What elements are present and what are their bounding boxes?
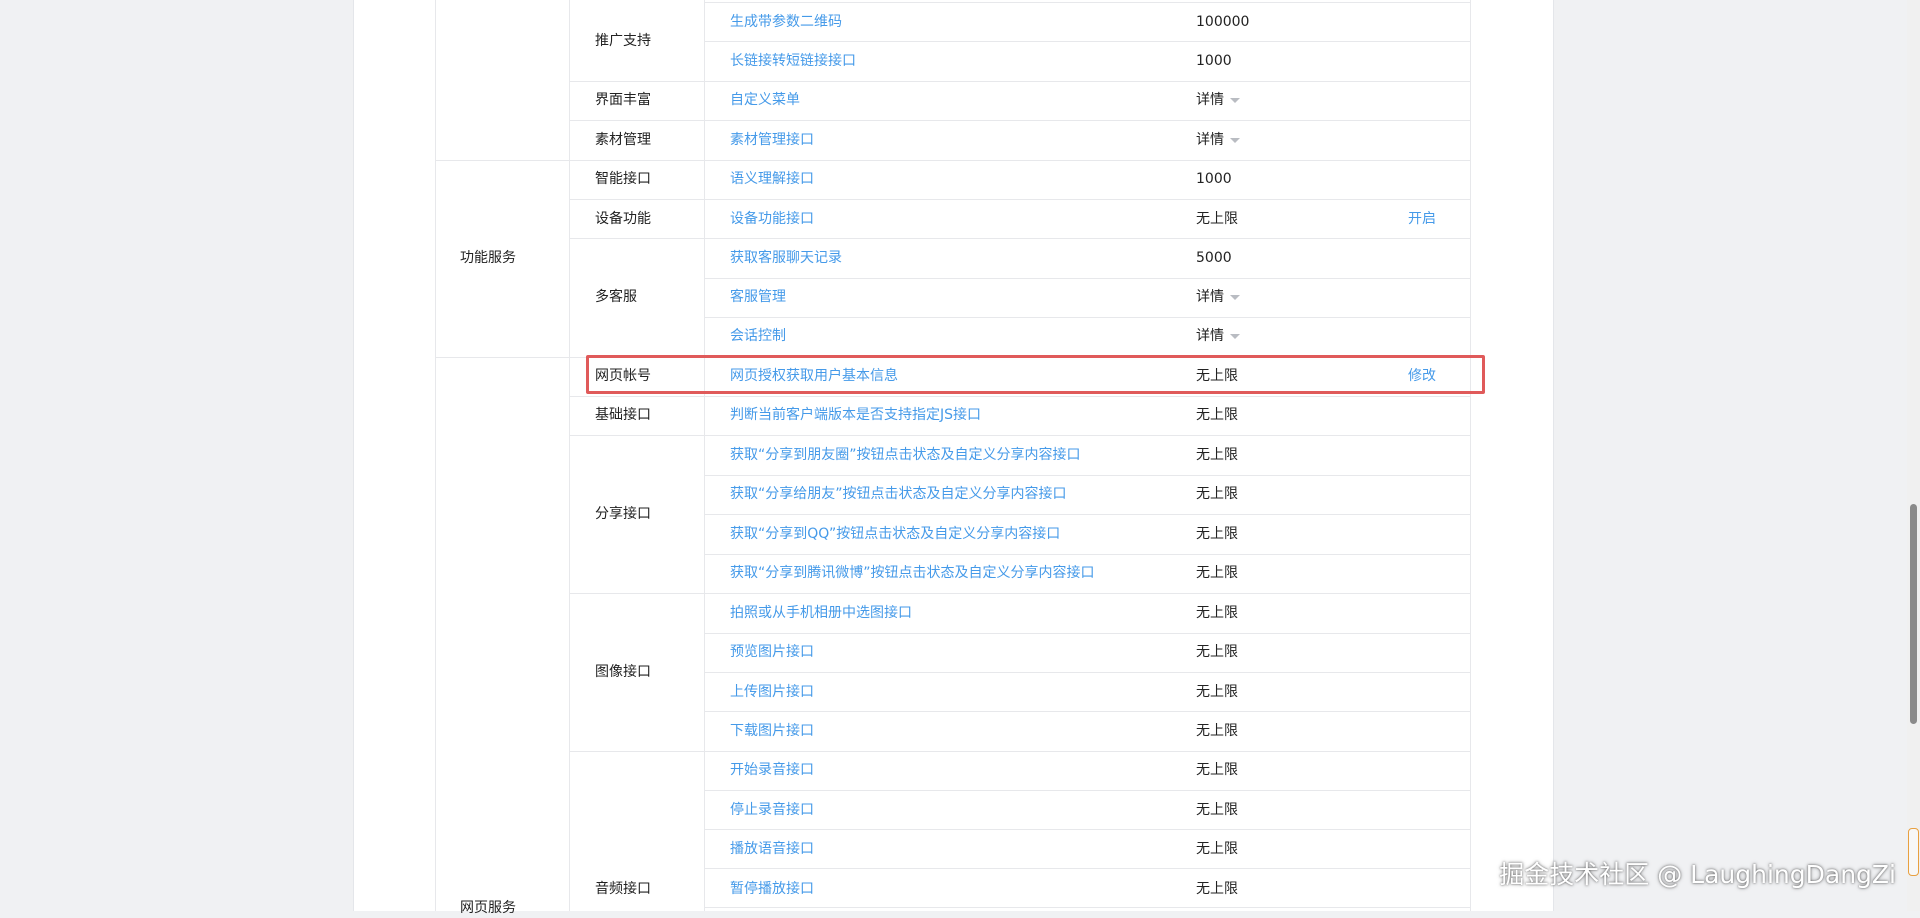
- api-link[interactable]: 获取“分享到QQ”按钮点击状态及自定义分享内容接口: [730, 524, 1060, 544]
- api-link[interactable]: 下载图片接口: [730, 721, 814, 741]
- enable-link[interactable]: 开启: [1408, 209, 1436, 229]
- quota-value: 1000: [1196, 53, 1232, 69]
- quota-value: 100000: [1196, 14, 1250, 30]
- details-dropdown[interactable]: 详情: [1196, 130, 1240, 150]
- api-link[interactable]: 预览图片接口: [730, 642, 814, 662]
- caret-down-icon: [1230, 333, 1240, 339]
- details-label: 详情: [1196, 92, 1224, 108]
- group-label: 推广支持: [595, 33, 651, 49]
- api-link[interactable]: 获取“分享到朋友圈”按钮点击状态及自定义分享内容接口: [730, 445, 1081, 465]
- api-link[interactable]: 设备功能接口: [730, 209, 814, 229]
- watermark: 掘金技术社区 @ LaughingDangZi: [1499, 860, 1896, 889]
- scrollbar-thumb[interactable]: [1910, 504, 1917, 724]
- quota-value: 无上限: [1196, 881, 1238, 897]
- api-link[interactable]: 生成带参数二维码: [730, 12, 842, 32]
- quota-value: 无上限: [1196, 526, 1238, 542]
- group-label: 多客服: [595, 289, 637, 305]
- api-link[interactable]: 暂停播放接口: [730, 879, 814, 899]
- details-label: 详情: [1196, 328, 1224, 344]
- group-label: 智能接口: [595, 171, 651, 187]
- details-dropdown[interactable]: 详情: [1196, 326, 1240, 346]
- details-label: 详情: [1196, 289, 1224, 305]
- api-link[interactable]: 判断当前客户端版本是否支持指定JS接口: [730, 405, 981, 425]
- quota-value: 无上限: [1196, 723, 1238, 739]
- api-link[interactable]: 自定义菜单: [730, 90, 800, 110]
- api-link[interactable]: 网页授权获取用户基本信息: [730, 366, 898, 386]
- api-link[interactable]: 获取“分享到腾讯微博”按钮点击状态及自定义分享内容接口: [730, 563, 1095, 583]
- group-label: 设备功能: [595, 211, 651, 227]
- quota-value: 无上限: [1196, 486, 1238, 502]
- api-link[interactable]: 播放语音接口: [730, 839, 814, 859]
- api-link[interactable]: 拍照或从手机相册中选图接口: [730, 603, 912, 623]
- api-link[interactable]: 客服管理: [730, 287, 786, 307]
- scroll-handle[interactable]: [1908, 828, 1919, 876]
- quota-value: 无上限: [1196, 644, 1238, 660]
- api-link[interactable]: 会话控制: [730, 326, 786, 346]
- api-permissions-table: 功能服务 网页服务 推广支持 界面丰富 素材管理 智能接口 设备功能 多客服 网…: [435, 0, 1471, 916]
- group-label: 音频接口: [595, 881, 651, 897]
- category-label: 网页服务: [460, 900, 516, 916]
- details-dropdown[interactable]: 详情: [1196, 287, 1240, 307]
- group-label: 界面丰富: [595, 92, 651, 108]
- quota-value: 无上限: [1196, 211, 1238, 227]
- quota-value: 无上限: [1196, 762, 1238, 778]
- api-link[interactable]: 素材管理接口: [730, 130, 814, 150]
- api-link[interactable]: 上传图片接口: [730, 682, 814, 702]
- group-label: 图像接口: [595, 664, 651, 680]
- page-scrollbar[interactable]: [1907, 0, 1920, 911]
- group-label: 分享接口: [595, 506, 651, 522]
- group-label: 素材管理: [595, 132, 651, 148]
- quota-value: 无上限: [1196, 841, 1238, 857]
- api-link[interactable]: 开始录音接口: [730, 760, 814, 780]
- caret-down-icon: [1230, 294, 1240, 300]
- group-label: 基础接口: [595, 407, 651, 423]
- quota-value: 无上限: [1196, 684, 1238, 700]
- quota-value: 无上限: [1196, 447, 1238, 463]
- category-label: 功能服务: [460, 250, 516, 266]
- api-link[interactable]: 停止录音接口: [730, 800, 814, 820]
- caret-down-icon: [1230, 97, 1240, 103]
- quota-value: 无上限: [1196, 802, 1238, 818]
- api-link[interactable]: 获取“分享给朋友”按钮点击状态及自定义分享内容接口: [730, 484, 1067, 504]
- group-label: 网页帐号: [595, 368, 651, 384]
- quota-value: 无上限: [1196, 565, 1238, 581]
- modify-link[interactable]: 修改: [1408, 366, 1436, 386]
- details-dropdown[interactable]: 详情: [1196, 90, 1240, 110]
- quota-value: 无上限: [1196, 407, 1238, 423]
- api-link[interactable]: 长链接转短链接接口: [730, 51, 856, 71]
- quota-value: 1000: [1196, 171, 1232, 187]
- caret-down-icon: [1230, 137, 1240, 143]
- quota-value: 无上限: [1196, 368, 1238, 384]
- quota-value: 无上限: [1196, 605, 1238, 621]
- api-link[interactable]: 语义理解接口: [730, 169, 814, 189]
- details-label: 详情: [1196, 132, 1224, 148]
- quota-value: 5000: [1196, 250, 1232, 266]
- api-link[interactable]: 获取客服聊天记录: [730, 248, 842, 268]
